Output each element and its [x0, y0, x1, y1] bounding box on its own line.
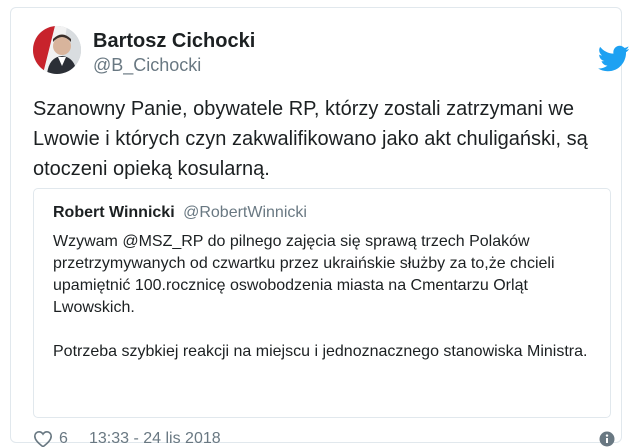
tweet-text: Szanowny Panie, obywatele RP, którzy zos… [33, 98, 588, 180]
quoted-paragraph: Potrzeba szybkiej reakcji na miejscu i j… [53, 343, 588, 360]
heart-icon [33, 430, 53, 447]
author-display-name[interactable]: Bartosz Cichocki [93, 29, 255, 53]
tweet-footer: 6 13:33 - 24 lis 2018 [33, 428, 615, 447]
info-icon[interactable] [599, 431, 615, 447]
author-handle[interactable]: @B_Cichocki [93, 54, 255, 76]
embedded-tweet-card: Bartosz Cichocki @B_Cichocki Szanowny Pa… [10, 7, 629, 447]
quoted-tweet[interactable]: Robert Winnicki @RobertWinnicki Wzywam @… [33, 188, 611, 418]
quoted-tweet-author: Robert Winnicki @RobertWinnicki [53, 203, 307, 223]
like-count: 6 [59, 430, 68, 447]
quoted-tweet-text: Wzywam @MSZ_RP do pilnego zajęcia się sp… [53, 231, 598, 363]
author-names: Bartosz Cichocki @B_Cichocki [93, 29, 255, 76]
avatar[interactable] [33, 26, 81, 74]
quoted-paragraph: Wzywam @MSZ_RP do pilnego zajęcia się sp… [53, 233, 555, 316]
like-button[interactable]: 6 [33, 429, 68, 447]
tweet-timestamp[interactable]: 13:33 - 24 lis 2018 [89, 429, 221, 447]
twitter-bird-icon[interactable] [598, 45, 629, 73]
tweet-header: Bartosz Cichocki @B_Cichocki [33, 26, 629, 76]
quoted-author-name: Robert Winnicki [53, 204, 175, 221]
avatar-image [33, 26, 81, 74]
quoted-author-handle: @RobertWinnicki [183, 204, 307, 221]
